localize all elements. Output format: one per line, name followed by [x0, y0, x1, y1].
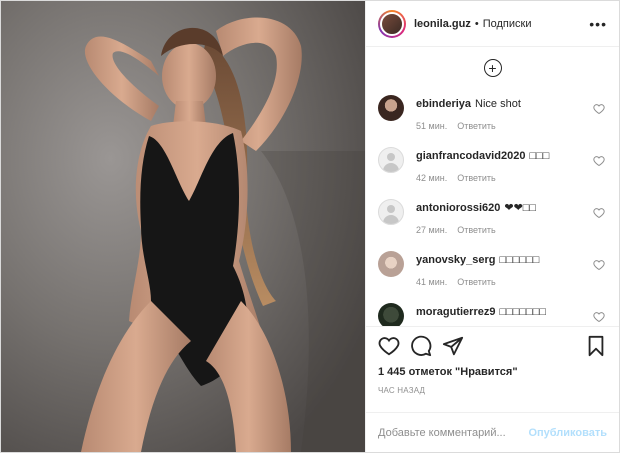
action-icons-row: [378, 327, 607, 365]
post-timestamp: ЧАС НАЗАД: [378, 386, 426, 395]
comment-icon[interactable]: [410, 335, 432, 357]
comment-like-heart-icon[interactable]: [593, 259, 605, 271]
load-more-comments[interactable]: +: [378, 47, 607, 89]
comment-item: ebinderiya Nice shot 51 мин. Ответить: [378, 89, 607, 141]
post-photo[interactable]: [1, 1, 365, 452]
comment-like-heart-icon[interactable]: [593, 311, 605, 323]
comment-text: □□□: [529, 150, 550, 162]
commenter-avatar[interactable]: [378, 147, 404, 173]
reply-button[interactable]: Ответить: [457, 277, 495, 287]
comment-input[interactable]: [378, 426, 529, 439]
reply-button[interactable]: Ответить: [457, 225, 495, 235]
post-side-panel: leonila.guz • Подписки ••• + ebinderiya N…: [365, 1, 619, 452]
reply-button[interactable]: Ответить: [457, 121, 495, 131]
commenter-username[interactable]: moragutierrez9: [416, 306, 495, 318]
comment-item: moragutierrez9 □□□□□□□: [378, 297, 607, 326]
add-comment-bar: Опубликовать: [366, 412, 619, 452]
heart-icon[interactable]: [378, 335, 400, 357]
publish-button[interactable]: Опубликовать: [528, 427, 607, 439]
commenter-username[interactable]: gianfrancodavid2020: [416, 150, 525, 162]
comment-time: 27 мин.: [416, 225, 448, 235]
comment-item: antoniorossi620 ❤❤□□ 27 мин. Ответить: [378, 193, 607, 245]
commenter-username[interactable]: antoniorossi620: [416, 202, 500, 214]
commenter-avatar[interactable]: [378, 95, 404, 121]
comment-text: ❤❤□□: [504, 202, 537, 214]
post-actions: 1 445 отметок "Нравится" ЧАС НАЗАД: [366, 326, 619, 400]
comment-text: □□□□□□: [499, 254, 540, 266]
more-options-icon[interactable]: •••: [589, 16, 607, 32]
send-icon[interactable]: [442, 335, 464, 357]
commenter-avatar[interactable]: [378, 199, 404, 225]
comment-like-heart-icon[interactable]: [593, 103, 605, 115]
comment-text: Nice shot: [475, 98, 521, 110]
likes-count[interactable]: 1 445 отметок "Нравится": [378, 365, 607, 379]
comment-item: gianfrancodavid2020 □□□ 42 мин. Ответить: [378, 141, 607, 193]
reply-button[interactable]: Ответить: [457, 173, 495, 183]
comment-text: □□□□□□□: [499, 306, 546, 318]
post-header: leonila.guz • Подписки •••: [366, 1, 619, 47]
commenter-username[interactable]: yanovsky_serg: [416, 254, 496, 266]
comment-like-heart-icon[interactable]: [593, 207, 605, 219]
post-photo-illustration: [1, 1, 365, 452]
comment-time: 51 мин.: [416, 121, 448, 131]
comment-time: 42 мин.: [416, 173, 448, 183]
author-avatar[interactable]: [378, 9, 406, 38]
plus-circle-icon[interactable]: +: [483, 59, 502, 77]
comments-list[interactable]: + ebinderiya Nice shot 51 мин. Ответить gi…: [366, 47, 619, 326]
comment-time: 41 мин.: [416, 277, 448, 287]
header-separator: •: [474, 17, 479, 30]
instagram-post: leonila.guz • Подписки ••• + ebinderiya N…: [0, 0, 620, 453]
comment-like-heart-icon[interactable]: [593, 155, 605, 167]
commenter-avatar[interactable]: [378, 303, 404, 326]
commenter-avatar[interactable]: [378, 251, 404, 277]
following-status[interactable]: Подписки: [483, 18, 532, 30]
comment-item: yanovsky_serg □□□□□□ 41 мин. Ответить: [378, 245, 607, 297]
bookmark-icon[interactable]: [585, 335, 607, 357]
commenter-username[interactable]: ebinderiya: [416, 98, 471, 110]
author-username[interactable]: leonila.guz: [414, 18, 471, 30]
